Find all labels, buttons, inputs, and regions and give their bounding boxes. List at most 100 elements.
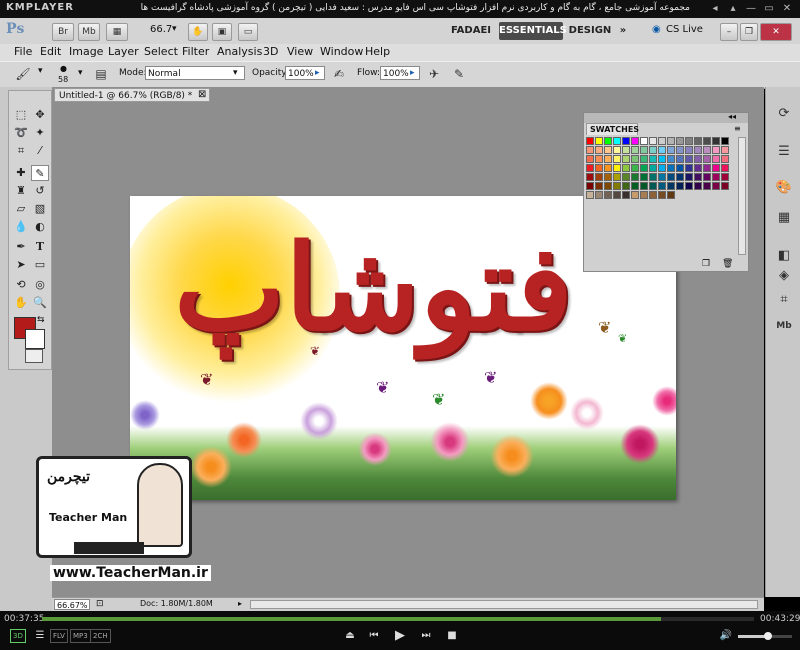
swatch-cell[interactable]: [649, 155, 657, 163]
swatch-cell[interactable]: [649, 173, 657, 181]
swatch-cell[interactable]: [640, 191, 648, 199]
swatch-cell[interactable]: [685, 182, 693, 190]
swatch-cell[interactable]: [676, 155, 684, 163]
playlist-icon[interactable]: ☰: [32, 629, 48, 643]
menu-image[interactable]: Image: [69, 45, 103, 58]
eyedropper-tool-icon[interactable]: ⁄: [31, 143, 49, 159]
swatch-cell[interactable]: [613, 182, 621, 190]
swatch-cell[interactable]: [694, 155, 702, 163]
volume-knob[interactable]: [764, 632, 772, 640]
swatch-cell[interactable]: [685, 164, 693, 172]
hand-tool-icon[interactable]: ✋: [12, 295, 30, 311]
lasso-tool-icon[interactable]: ➰: [12, 125, 30, 141]
close-icon[interactable]: ✕: [780, 3, 794, 15]
panel-menu-icon[interactable]: ≡: [734, 124, 741, 133]
swatch-cell[interactable]: [667, 146, 675, 154]
swatch-cell[interactable]: [694, 173, 702, 181]
zoom-tool-icon[interactable]: 🔍: [31, 295, 49, 311]
quick-mask-icon[interactable]: [25, 349, 43, 363]
adjustments-panel-icon[interactable]: ☰: [774, 143, 794, 161]
swatch-cell[interactable]: [604, 155, 612, 163]
3d-rotate-tool-icon[interactable]: ⟲: [12, 277, 30, 293]
swatch-cell[interactable]: [586, 191, 594, 199]
swatch-cell[interactable]: [685, 146, 693, 154]
channels-panel-icon[interactable]: ◈: [774, 267, 794, 285]
pressure-size-icon[interactable]: ✎: [450, 65, 468, 83]
swatch-cell[interactable]: [676, 182, 684, 190]
eject-icon[interactable]: ⏏: [342, 629, 358, 643]
gradient-tool-icon[interactable]: ▧: [31, 201, 49, 217]
seek-bar[interactable]: [42, 617, 754, 621]
history-panel-icon[interactable]: ⟳: [774, 105, 794, 123]
hand-tool-icon[interactable]: ✋: [188, 23, 208, 41]
workspace-design[interactable]: DESIGN: [568, 22, 612, 40]
swatch-cell[interactable]: [640, 137, 648, 145]
swatch-cell[interactable]: [631, 137, 639, 145]
swatch-cell[interactable]: [604, 137, 612, 145]
swatch-cell[interactable]: [694, 146, 702, 154]
move-tool-icon[interactable]: ✥: [31, 107, 49, 123]
swatch-cell[interactable]: [667, 191, 675, 199]
swatch-cell[interactable]: [667, 155, 675, 163]
swatch-cell[interactable]: [703, 182, 711, 190]
swatch-cell[interactable]: [694, 182, 702, 190]
airbrush-icon[interactable]: ✈: [425, 65, 443, 83]
menu-analysis[interactable]: Analysis: [217, 45, 262, 58]
collapse-panel-icon[interactable]: ◂◂: [728, 112, 736, 121]
swatch-cell[interactable]: [712, 164, 720, 172]
menu-window[interactable]: Window: [320, 45, 363, 58]
swatch-cell[interactable]: [595, 191, 603, 199]
swatch-cell[interactable]: [604, 173, 612, 181]
close-window-icon[interactable]: ✕: [760, 23, 792, 41]
masks-panel-icon[interactable]: [774, 209, 794, 227]
crop-tool-icon[interactable]: ⌗: [12, 143, 30, 159]
mini-bridge-panel-icon[interactable]: Mb: [774, 317, 794, 335]
view-arrange-icon[interactable]: ▣: [212, 23, 232, 41]
menu-file[interactable]: File: [14, 45, 32, 58]
chevron-down-icon[interactable]: ▾: [233, 68, 238, 78]
swatch-cell[interactable]: [613, 155, 621, 163]
volume-slider[interactable]: [738, 632, 792, 640]
swatch-cell[interactable]: [667, 164, 675, 172]
swatch-cell[interactable]: [622, 146, 630, 154]
clone-stamp-tool-icon[interactable]: ♜: [12, 183, 30, 199]
close-document-icon[interactable]: ⊠: [198, 89, 206, 100]
status-info-icon[interactable]: ⊡: [96, 599, 104, 609]
swatch-cell[interactable]: [721, 173, 729, 181]
dodge-tool-icon[interactable]: ◐: [31, 219, 49, 235]
3d-mode-button[interactable]: 3D: [10, 629, 26, 643]
swatch-cell[interactable]: [649, 191, 657, 199]
swatch-cell[interactable]: [586, 173, 594, 181]
swatch-cell[interactable]: [586, 182, 594, 190]
status-zoom-input[interactable]: 66.67%: [54, 599, 90, 610]
flow-slider-icon[interactable]: ▸: [410, 68, 415, 78]
paths-panel-icon[interactable]: ⌗: [774, 291, 794, 309]
pin-icon[interactable]: ◂: [708, 3, 722, 15]
eraser-tool-icon[interactable]: ▱: [12, 201, 30, 217]
swatch-cell[interactable]: [604, 182, 612, 190]
play-icon[interactable]: ▶: [392, 629, 408, 643]
swatch-cell[interactable]: [703, 146, 711, 154]
document-tab[interactable]: Untitled-1 @ 66.7% (RGB/8) *: [54, 88, 210, 102]
swatch-cell[interactable]: [667, 173, 675, 181]
workspace-fadaei[interactable]: FADAEI: [448, 22, 494, 40]
swatch-cell[interactable]: [703, 164, 711, 172]
mode-select[interactable]: Normal: [145, 66, 245, 80]
swatch-cell[interactable]: [613, 164, 621, 172]
swatch-cell[interactable]: [622, 137, 630, 145]
swatch-cell[interactable]: [595, 155, 603, 163]
previous-icon[interactable]: ⏮: [366, 629, 382, 643]
swap-colors-icon[interactable]: ⇆: [37, 315, 45, 325]
elapsed-time[interactable]: 00:37:35: [4, 614, 44, 624]
swatch-cell[interactable]: [613, 146, 621, 154]
background-color-swatch[interactable]: [25, 329, 45, 349]
maximize-icon[interactable]: ▭: [762, 3, 776, 15]
swatch-cell[interactable]: [613, 191, 621, 199]
swatch-cell[interactable]: [631, 164, 639, 172]
swatch-cell[interactable]: [694, 137, 702, 145]
kmplayer-logo[interactable]: KMPLAYER: [6, 2, 74, 13]
swatch-cell[interactable]: [676, 164, 684, 172]
minimize-icon[interactable]: —: [744, 3, 758, 15]
stop-icon[interactable]: ■: [444, 629, 460, 643]
swatch-cell[interactable]: [721, 146, 729, 154]
